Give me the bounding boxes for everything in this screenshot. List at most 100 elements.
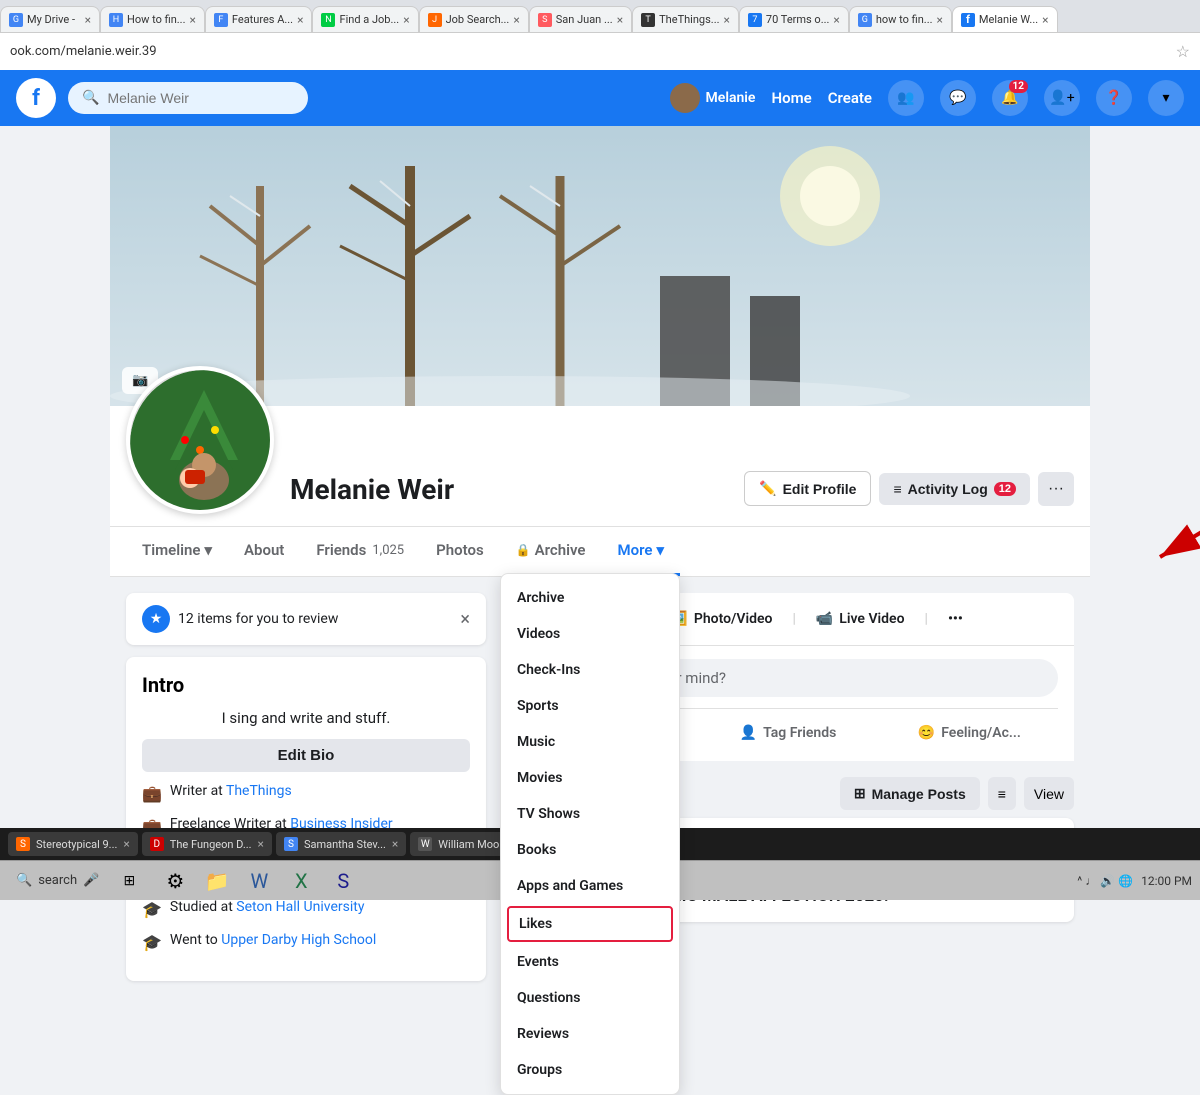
tab-timeline-label: Timeline — [142, 541, 200, 559]
browser-tabs: G My Drive - × H How to fin... × F Featu… — [0, 0, 1200, 32]
tab-photos[interactable]: Photos — [420, 527, 500, 576]
tab-favicon-things: T — [641, 13, 655, 27]
tab-things[interactable]: T TheThings... × — [632, 6, 739, 32]
tab-favicon-howtofind: G — [858, 13, 872, 27]
taskbar-s-app[interactable]: S — [323, 863, 363, 899]
bottom-tab-fungeon[interactable]: D The Fungeon D... × — [142, 832, 272, 856]
more-btn-composer[interactable]: ••• — [936, 603, 975, 635]
bottom-tab-close-samantha[interactable]: × — [392, 837, 398, 851]
friends-icon: 👥 — [897, 90, 914, 106]
tab-close-features[interactable]: × — [297, 13, 303, 27]
photo-video-label: Photo/Video — [694, 611, 773, 627]
tab-timeline[interactable]: Timeline ▾ — [126, 527, 228, 576]
tab-howtofind[interactable]: G how to fin... × — [849, 6, 952, 32]
link-thethings[interactable]: TheThings — [226, 783, 292, 799]
filter-button[interactable]: ≡ — [988, 777, 1016, 810]
tab-more[interactable]: More ▾ Archive Videos Check-Ins Sports M… — [601, 527, 679, 576]
bottom-tab-stereotypical[interactable]: S Stereotypical 9... × — [8, 832, 138, 856]
dropdown-item-movies[interactable]: Movies — [501, 760, 679, 796]
filter-icon: ≡ — [998, 786, 1006, 802]
bottom-tab-samantha[interactable]: S Samantha Stev... × — [276, 832, 406, 856]
search-input[interactable] — [107, 90, 287, 106]
task-view-btn[interactable]: ⊞ — [111, 865, 147, 897]
dropdown-item-tvshows[interactable]: TV Shows — [501, 796, 679, 832]
search-bar[interactable]: 🔍 — [68, 82, 308, 114]
dropdown-item-reviews[interactable]: Reviews — [501, 1016, 679, 1052]
dropdown-item-music[interactable]: Music — [501, 724, 679, 760]
link-seton-hall[interactable]: Seton Hall University — [236, 899, 364, 915]
dropdown-item-books[interactable]: Books — [501, 832, 679, 868]
bottom-tab-favicon-samantha: S — [284, 837, 298, 851]
bottom-tab-close-fungeon[interactable]: × — [258, 837, 264, 851]
tab-melanie[interactable]: f Melanie W... × — [952, 6, 1058, 32]
nav-right: Melanie Home Create 👥 💬 🔔 12 👤+ ❓ ▾ — [670, 80, 1184, 116]
dropdown-item-events[interactable]: Events — [501, 944, 679, 980]
live-video-label: Live Video — [839, 611, 904, 627]
nav-create-link[interactable]: Create — [828, 89, 872, 107]
taskbar-search[interactable]: 🔍 search 🎤 — [8, 869, 107, 892]
tab-close-gdrive[interactable]: × — [85, 13, 91, 27]
taskbar-chrome[interactable]: ⚙ — [155, 863, 195, 899]
messenger-icon-btn[interactable]: 💬 — [940, 80, 976, 116]
live-video-btn[interactable]: 📹 Live Video — [804, 603, 917, 635]
more-dots-button[interactable]: ··· — [1038, 472, 1074, 506]
dropdown-item-videos[interactable]: Videos — [501, 616, 679, 652]
taskbar-file-explorer[interactable]: 📁 — [197, 863, 237, 899]
tab-close-sanjuan[interactable]: × — [617, 13, 623, 27]
activity-log-button[interactable]: ≡ Activity Log 12 — [879, 473, 1030, 505]
composer-tag-btn[interactable]: 👤 Tag Friends — [699, 717, 876, 749]
dropdown-item-sports[interactable]: Sports — [501, 688, 679, 724]
edit-profile-label: Edit Profile — [783, 481, 857, 497]
edit-profile-button[interactable]: ✏️ Edit Profile — [744, 471, 871, 506]
tab-friends[interactable]: Friends 1,025 — [300, 527, 420, 576]
tab-70terms[interactable]: 7 70 Terms o... × — [739, 6, 849, 32]
review-close-btn[interactable]: × — [460, 609, 470, 630]
edit-bio-button[interactable]: Edit Bio — [142, 739, 470, 772]
dropdown-item-likes[interactable]: Likes — [507, 906, 673, 942]
tab-jobsearch[interactable]: J Job Search... × — [419, 6, 529, 32]
dropdown-item-archive[interactable]: Archive — [501, 580, 679, 616]
activity-log-badge: 12 — [994, 482, 1016, 496]
bottom-tab-close-stereo[interactable]: × — [123, 837, 129, 851]
dropdown-item-apps-games[interactable]: Apps and Games — [501, 868, 679, 904]
search-icon-taskbar: 🔍 — [16, 873, 32, 888]
nav-username: Melanie — [706, 90, 756, 106]
link-upper-darby[interactable]: Upper Darby High School — [221, 932, 376, 948]
tab-favicon-features: F — [214, 13, 228, 27]
tab-findjob[interactable]: N Find a Job... × — [312, 6, 418, 32]
taskbar-word[interactable]: W — [239, 863, 279, 899]
composer-feeling-btn[interactable]: 😊 Feeling/Ac... — [881, 717, 1058, 749]
manage-posts-button[interactable]: ⊞ Manage Posts — [840, 777, 980, 810]
notifications-icon-btn[interactable]: 🔔 12 — [992, 80, 1028, 116]
tab-features[interactable]: F Features A... × — [205, 6, 313, 32]
friends-icon-btn[interactable]: 👥 — [888, 80, 924, 116]
tab-about[interactable]: About — [228, 527, 300, 576]
dropdown-item-questions[interactable]: Questions — [501, 980, 679, 1016]
tab-close-findjob[interactable]: × — [403, 13, 409, 27]
nav-user[interactable]: Melanie — [670, 83, 756, 113]
tab-archive[interactable]: 🔒 Archive — [500, 527, 602, 576]
taskbar-excel[interactable]: X — [281, 863, 321, 899]
review-banner: ★ 12 items for you to review × — [126, 593, 486, 645]
nav-home-link[interactable]: Home — [771, 89, 811, 107]
tab-close-things[interactable]: × — [724, 13, 730, 27]
taskbar-time: 12:00 PM — [1141, 874, 1192, 888]
tab-close-jobsearch[interactable]: × — [513, 13, 519, 27]
nav-dropdown-btn[interactable]: ▾ — [1148, 80, 1184, 116]
view-button[interactable]: View — [1024, 777, 1074, 810]
tab-gdrive[interactable]: G My Drive - × — [0, 6, 100, 32]
dropdown-item-groups[interactable]: Groups — [501, 1052, 679, 1088]
tab-close-melanie[interactable]: × — [1042, 13, 1048, 27]
tab-howto[interactable]: H How to fin... × — [100, 6, 205, 32]
chrome-icon: ⚙ — [166, 869, 184, 893]
feeling-icon: 😊 — [918, 725, 935, 741]
help-icon-btn[interactable]: ❓ — [1096, 80, 1132, 116]
tab-close-howtofind[interactable]: × — [937, 13, 943, 27]
friend-requests-icon-btn[interactable]: 👤+ — [1044, 80, 1080, 116]
dropdown-item-checkins[interactable]: Check-Ins — [501, 652, 679, 688]
lock-icon: 🔒 — [516, 543, 531, 557]
bookmark-icon[interactable]: ☆ — [1176, 42, 1190, 61]
tab-close-70terms[interactable]: × — [833, 13, 839, 27]
tab-sanjuan[interactable]: S San Juan ... × — [529, 6, 632, 32]
tab-close-howto[interactable]: × — [189, 13, 195, 27]
